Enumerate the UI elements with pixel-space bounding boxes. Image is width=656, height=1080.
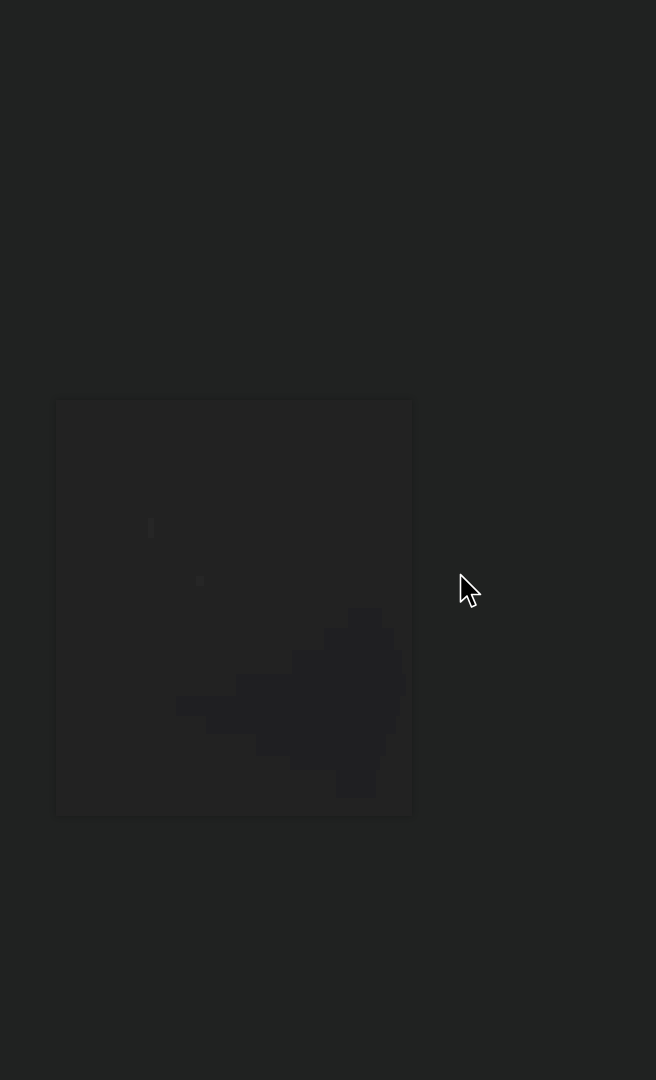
arrow-cursor-icon xyxy=(459,573,482,608)
splash-artwork xyxy=(148,518,406,798)
splash-panel xyxy=(56,400,412,816)
app-window xyxy=(0,0,656,1080)
